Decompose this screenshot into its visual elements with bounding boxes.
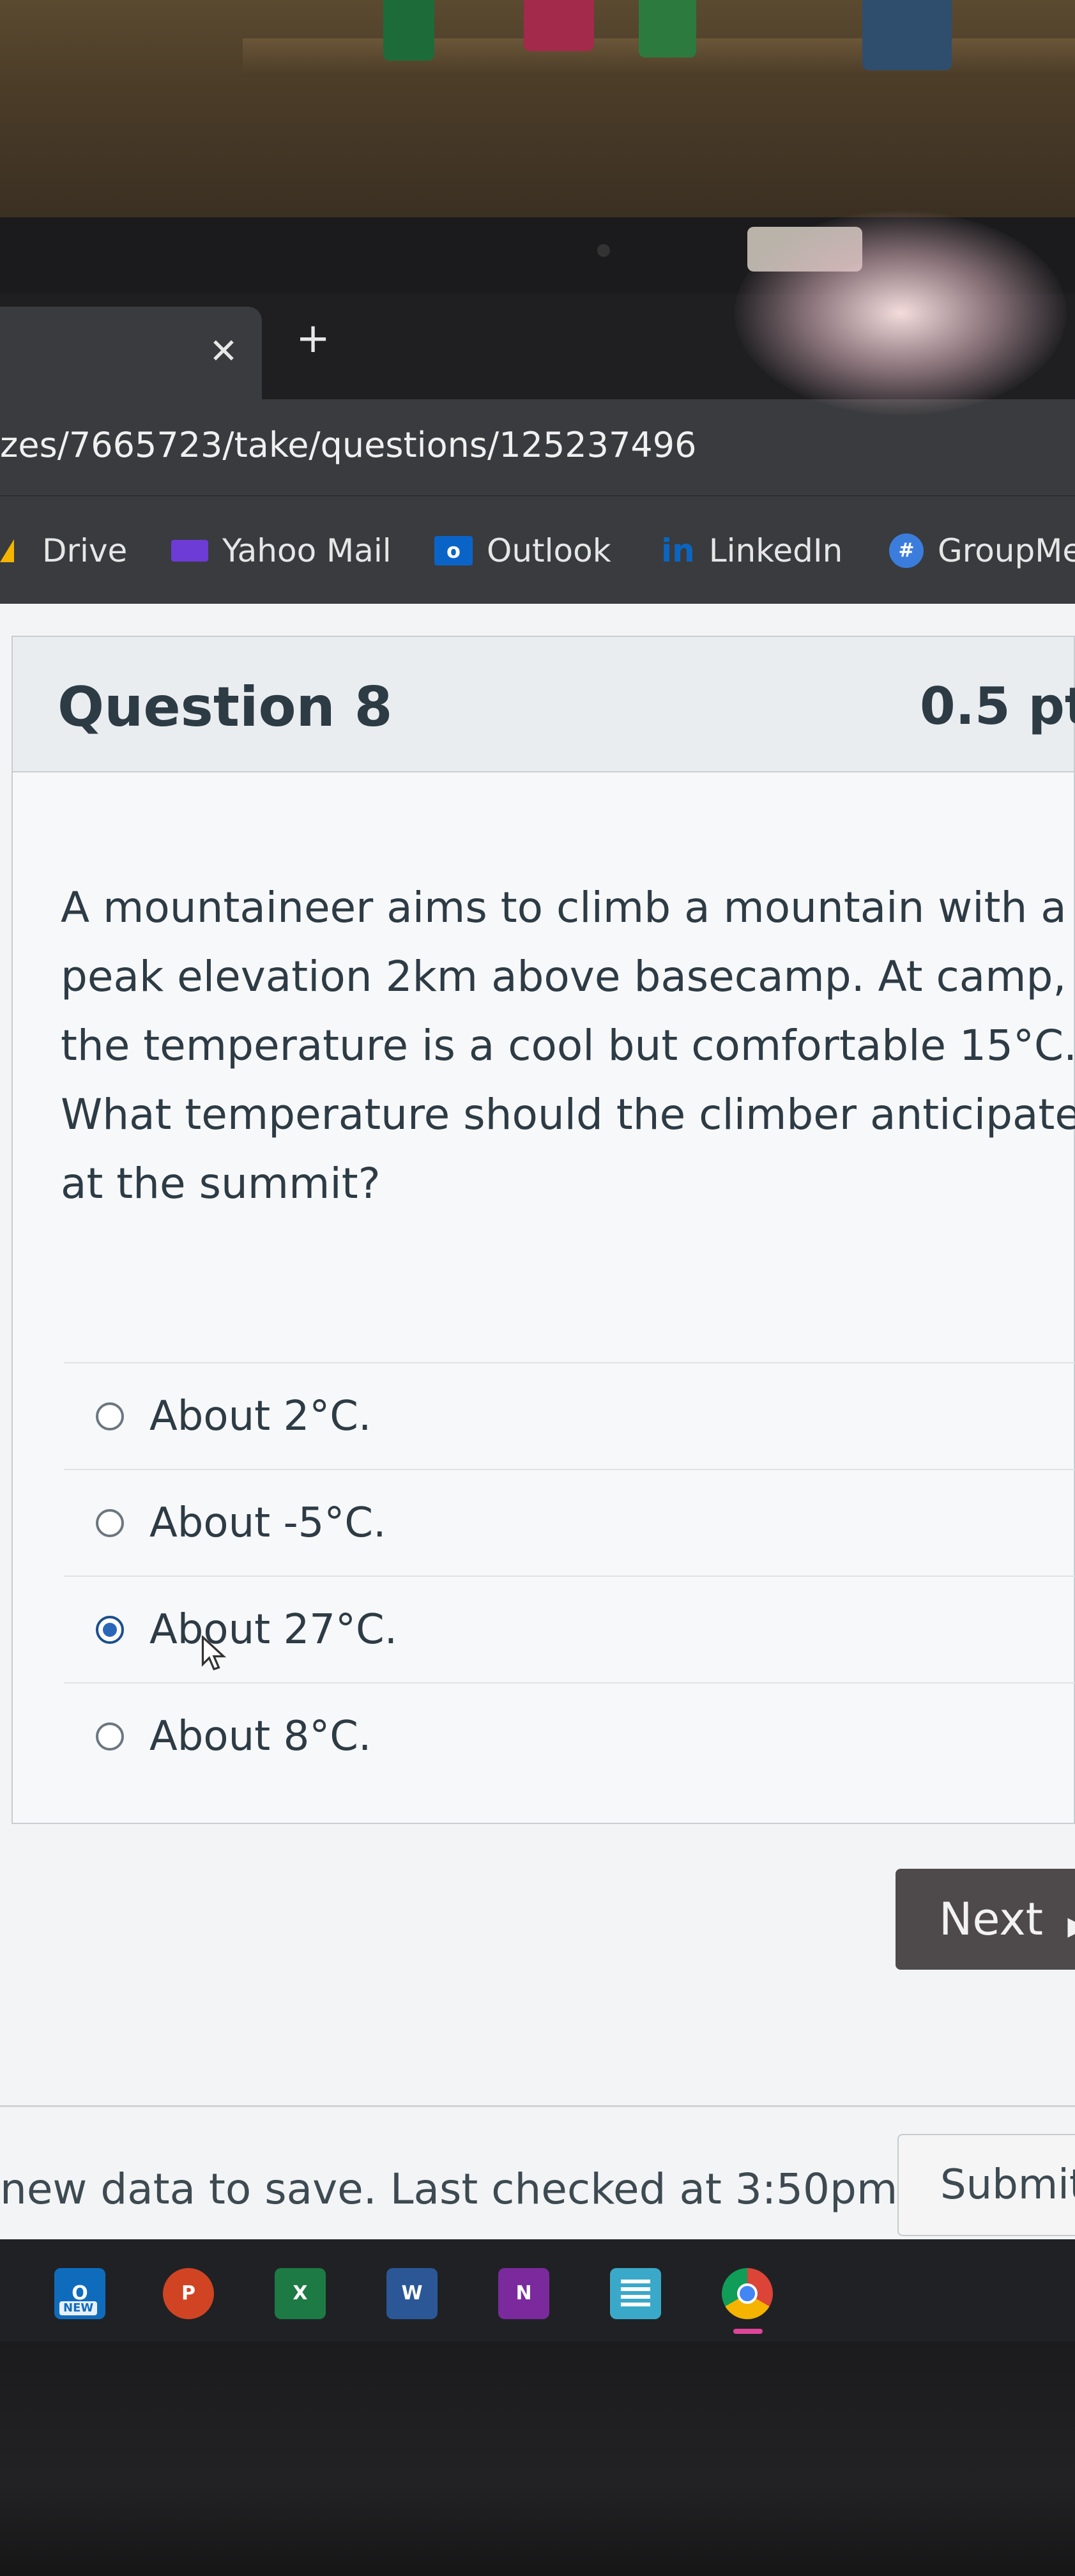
question-text-line: A mountaineer aims to climb a mountain w…	[61, 883, 1067, 932]
next-label: Next	[939, 1893, 1044, 1945]
browser-tab[interactable]: ✕	[0, 307, 262, 399]
bookmark-label: GroupMe	[938, 532, 1075, 569]
answer-option[interactable]: About -5°C.	[64, 1469, 1075, 1575]
bookmark-yahoo-mail[interactable]: Yahoo Mail	[171, 528, 392, 573]
active-app-indicator	[733, 2329, 763, 2334]
outlook-icon[interactable]: O NEW	[54, 2268, 105, 2319]
plus-icon[interactable]: +	[294, 318, 332, 359]
answer-label[interactable]: About 2°C.	[149, 1393, 371, 1440]
background-object	[383, 0, 434, 61]
quiz-footer: new data to save. Last checked at 3:50pm…	[0, 2105, 1075, 2241]
question-text-line: peak elevation 2km above basecamp. At ca…	[61, 952, 1067, 1001]
question-text-line: the temperature is a cool but comfortabl…	[61, 1021, 1075, 1070]
address-bar[interactable]: zes/7665723/take/questions/125237496	[0, 399, 1075, 495]
background-object	[639, 0, 696, 57]
excel-letter: X	[293, 2282, 308, 2304]
radio-button[interactable]	[96, 1508, 124, 1537]
url-text[interactable]: zes/7665723/take/questions/125237496	[0, 425, 696, 465]
laptop-bezel	[0, 217, 1075, 294]
radio-button[interactable]	[96, 1722, 124, 1751]
word-icon[interactable]: W	[386, 2268, 438, 2319]
mouse-cursor-icon	[201, 1636, 227, 1671]
question-title: Question 8	[57, 675, 393, 739]
linkedin-icon: in	[661, 532, 695, 569]
autosave-status: new data to save. Last checked at 3:50pm	[0, 2165, 898, 2214]
answer-label[interactable]: About -5°C.	[149, 1499, 386, 1547]
excel-icon[interactable]: X	[275, 2268, 326, 2319]
onenote-letter: N	[515, 2282, 532, 2304]
bookmark-drive[interactable]: Drive	[0, 528, 127, 573]
notepad-icon[interactable]	[610, 2268, 661, 2319]
triangle-right-icon: ▶	[1067, 1912, 1075, 1941]
answer-list: About 2°C. About -5°C. About 27°C. About…	[64, 1362, 1075, 1789]
radio-button[interactable]	[96, 1402, 124, 1430]
background-object	[862, 0, 952, 70]
outlook-icon: o	[434, 536, 473, 565]
bookmark-label: Yahoo Mail	[222, 532, 392, 569]
powerpoint-letter: P	[181, 2282, 195, 2304]
chrome-icon[interactable]	[722, 2268, 773, 2319]
bookmark-groupme[interactable]: # GroupMe	[889, 528, 1075, 573]
bookmark-label: LinkedIn	[708, 532, 843, 569]
notepad-lines	[621, 2280, 650, 2283]
powerpoint-icon[interactable]: P	[163, 2268, 214, 2319]
chrome-center	[737, 2283, 758, 2304]
taskbar: O NEW P X W N	[0, 2239, 1075, 2342]
next-button[interactable]: Next ▶	[896, 1869, 1075, 1970]
answer-label[interactable]: About 8°C.	[149, 1713, 371, 1760]
webcam-cover	[747, 227, 862, 272]
question-text-line: What temperature should the climber anti…	[61, 1090, 1075, 1139]
quiz-page: Question 8 0.5 pts A mountaineer aims to…	[0, 604, 1075, 2241]
question-card: Question 8 0.5 pts A mountaineer aims to…	[11, 636, 1075, 1824]
bookmarks-bar: Drive Yahoo Mail o Outlook in LinkedIn #…	[0, 495, 1075, 605]
groupme-icon: #	[889, 533, 924, 568]
google-drive-icon	[0, 539, 14, 562]
answer-option-selected[interactable]: About 27°C.	[64, 1575, 1075, 1682]
bookmark-outlook[interactable]: o Outlook	[434, 528, 611, 573]
question-points: 0.5 pts	[920, 677, 1075, 736]
close-icon[interactable]: ✕	[204, 332, 243, 371]
tab-bar: ✕ +	[0, 294, 1075, 399]
bookmark-linkedin[interactable]: in LinkedIn	[661, 528, 842, 573]
background-object	[524, 0, 594, 51]
bookmark-label: Outlook	[487, 532, 611, 569]
background-room	[0, 0, 1075, 224]
answer-option[interactable]: About 2°C.	[64, 1362, 1075, 1469]
submit-label: Submit	[940, 2161, 1075, 2209]
answer-label[interactable]: About 27°C.	[149, 1606, 397, 1653]
question-text: A mountaineer aims to climb a mountain w…	[61, 873, 1075, 1218]
question-header: Question 8 0.5 pts	[13, 637, 1075, 772]
onenote-icon[interactable]: N	[498, 2268, 549, 2319]
bookmark-label: Drive	[42, 532, 128, 569]
yahoo-mail-icon	[171, 540, 208, 562]
new-badge: NEW	[59, 2301, 98, 2315]
submit-quiz-button[interactable]: Submit	[897, 2134, 1075, 2236]
question-text-line: at the summit?	[61, 1159, 381, 1208]
answer-option[interactable]: About 8°C.	[64, 1682, 1075, 1789]
webcam	[597, 244, 610, 257]
word-letter: W	[401, 2282, 423, 2304]
laptop-keyboard-area	[0, 2342, 1075, 2576]
radio-button-selected[interactable]	[96, 1615, 124, 1644]
